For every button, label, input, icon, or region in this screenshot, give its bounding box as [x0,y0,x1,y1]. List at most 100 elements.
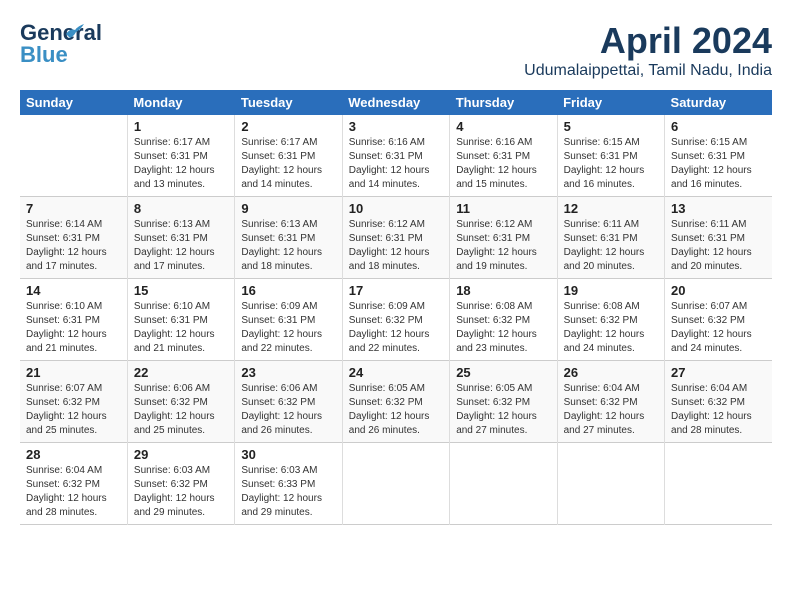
location: Udumalaippettai, Tamil Nadu, India [524,62,772,80]
day-info: Sunrise: 6:13 AM Sunset: 6:31 PM Dayligh… [241,218,335,274]
week-row-3: 14 Sunrise: 6:10 AM Sunset: 6:31 PM Dayli… [20,279,772,361]
day-info: Sunrise: 6:04 AM Sunset: 6:32 PM Dayligh… [26,464,121,520]
day-number: 17 [349,283,443,298]
calendar-cell: 11 Sunrise: 6:12 AM Sunset: 6:31 PM Dayli… [450,197,557,279]
calendar-cell: 26Sunrise: 6:04 AM Sunset: 6:32 PM Dayli… [557,361,664,443]
weekday-header-row: SundayMondayTuesdayWednesdayThursdayFrid… [20,90,772,115]
weekday-header-sunday: Sunday [20,90,127,115]
day-number: 10 [349,201,443,216]
day-number: 20 [671,283,766,298]
title-block: April 2024 Udumalaippettai, Tamil Nadu, … [524,20,772,80]
calendar-cell [342,443,449,525]
day-info: Sunrise: 6:07 AM Sunset: 6:32 PM Dayligh… [26,382,121,438]
day-info: Sunrise: 6:09 AM Sunset: 6:31 PM Dayligh… [241,300,335,356]
day-number: 5 [564,119,658,134]
day-info: Sunrise: 6:08 AM Sunset: 6:32 PM Dayligh… [564,300,658,356]
week-row-1: 1Sunrise: 6:17 AM Sunset: 6:31 PM Daylig… [20,115,772,197]
calendar-cell: 30Sunrise: 6:03 AM Sunset: 6:33 PM Dayli… [235,443,342,525]
day-info: Sunrise: 6:05 AM Sunset: 6:32 PM Dayligh… [349,382,443,438]
day-info: Sunrise: 6:05 AM Sunset: 6:32 PM Dayligh… [456,382,550,438]
day-info: Sunrise: 6:11 AM Sunset: 6:31 PM Dayligh… [671,218,766,274]
calendar-cell: 3 Sunrise: 6:16 AM Sunset: 6:31 PM Daylig… [342,115,449,197]
calendar-cell: 24 Sunrise: 6:05 AM Sunset: 6:32 PM Dayli… [342,361,449,443]
day-number: 18 [456,283,550,298]
weekday-header-thursday: Thursday [450,90,557,115]
calendar-cell: 16 Sunrise: 6:09 AM Sunset: 6:31 PM Dayli… [235,279,342,361]
calendar-cell: 5 Sunrise: 6:15 AM Sunset: 6:31 PM Daylig… [557,115,664,197]
week-row-4: 21 Sunrise: 6:07 AM Sunset: 6:32 PM Dayli… [20,361,772,443]
page-header: General Blue April 2024 Udumalaippettai,… [20,20,772,80]
day-number: 15 [134,283,228,298]
month-title: April 2024 [524,20,772,62]
day-info: Sunrise: 6:15 AM Sunset: 6:31 PM Dayligh… [564,136,658,192]
calendar-cell: 4 Sunrise: 6:16 AM Sunset: 6:31 PM Daylig… [450,115,557,197]
calendar-cell: 21 Sunrise: 6:07 AM Sunset: 6:32 PM Dayli… [20,361,127,443]
day-number: 28 [26,447,121,462]
day-info: Sunrise: 6:03 AM Sunset: 6:32 PM Dayligh… [134,464,228,520]
calendar-cell: 13Sunrise: 6:11 AM Sunset: 6:31 PM Dayli… [665,197,772,279]
calendar-cell: 2 Sunrise: 6:17 AM Sunset: 6:31 PM Daylig… [235,115,342,197]
day-info: Sunrise: 6:16 AM Sunset: 6:31 PM Dayligh… [349,136,443,192]
weekday-header-saturday: Saturday [665,90,772,115]
calendar-cell [557,443,664,525]
day-number: 3 [349,119,443,134]
calendar-cell: 17 Sunrise: 6:09 AM Sunset: 6:32 PM Dayli… [342,279,449,361]
calendar-cell: 1Sunrise: 6:17 AM Sunset: 6:31 PM Daylig… [127,115,234,197]
day-number: 16 [241,283,335,298]
calendar-cell: 22 Sunrise: 6:06 AM Sunset: 6:32 PM Dayli… [127,361,234,443]
weekday-header-tuesday: Tuesday [235,90,342,115]
week-row-2: 7Sunrise: 6:14 AM Sunset: 6:31 PM Daylig… [20,197,772,279]
calendar-cell: 18Sunrise: 6:08 AM Sunset: 6:32 PM Dayli… [450,279,557,361]
day-info: Sunrise: 6:09 AM Sunset: 6:32 PM Dayligh… [349,300,443,356]
day-info: Sunrise: 6:17 AM Sunset: 6:31 PM Dayligh… [134,136,228,192]
day-info: Sunrise: 6:17 AM Sunset: 6:31 PM Dayligh… [241,136,335,192]
day-number: 2 [241,119,335,134]
day-info: Sunrise: 6:15 AM Sunset: 6:31 PM Dayligh… [671,136,766,192]
day-number: 12 [564,201,658,216]
calendar-cell: 27 Sunrise: 6:04 AM Sunset: 6:32 PM Dayli… [665,361,772,443]
weekday-header-wednesday: Wednesday [342,90,449,115]
calendar-cell [450,443,557,525]
day-number: 22 [134,365,228,380]
logo: General Blue [20,20,70,65]
calendar-cell: 23 Sunrise: 6:06 AM Sunset: 6:32 PM Dayli… [235,361,342,443]
day-info: Sunrise: 6:10 AM Sunset: 6:31 PM Dayligh… [26,300,121,356]
day-number: 8 [134,201,228,216]
calendar-cell: 14 Sunrise: 6:10 AM Sunset: 6:31 PM Dayli… [20,279,127,361]
day-number: 24 [349,365,443,380]
calendar-cell: 25 Sunrise: 6:05 AM Sunset: 6:32 PM Dayli… [450,361,557,443]
day-info: Sunrise: 6:04 AM Sunset: 6:32 PM Dayligh… [671,382,766,438]
day-info: Sunrise: 6:12 AM Sunset: 6:31 PM Dayligh… [456,218,550,274]
day-info: Sunrise: 6:13 AM Sunset: 6:31 PM Dayligh… [134,218,228,274]
day-info: Sunrise: 6:06 AM Sunset: 6:32 PM Dayligh… [241,382,335,438]
day-number: 27 [671,365,766,380]
day-info: Sunrise: 6:07 AM Sunset: 6:32 PM Dayligh… [671,300,766,356]
calendar-cell: 12 Sunrise: 6:11 AM Sunset: 6:31 PM Dayli… [557,197,664,279]
day-info: Sunrise: 6:11 AM Sunset: 6:31 PM Dayligh… [564,218,658,274]
day-number: 21 [26,365,121,380]
logo-bird-icon [64,20,86,42]
calendar-cell [665,443,772,525]
calendar-cell: 7Sunrise: 6:14 AM Sunset: 6:31 PM Daylig… [20,197,127,279]
calendar-cell: 29 Sunrise: 6:03 AM Sunset: 6:32 PM Dayli… [127,443,234,525]
calendar-table: SundayMondayTuesdayWednesdayThursdayFrid… [20,90,772,525]
calendar-cell: 15Sunrise: 6:10 AM Sunset: 6:31 PM Dayli… [127,279,234,361]
day-number: 14 [26,283,121,298]
day-info: Sunrise: 6:06 AM Sunset: 6:32 PM Dayligh… [134,382,228,438]
day-number: 6 [671,119,766,134]
day-number: 7 [26,201,121,216]
day-number: 25 [456,365,550,380]
logo-blue: Blue [20,42,68,68]
day-number: 29 [134,447,228,462]
day-number: 11 [456,201,550,216]
calendar-cell: 20 Sunrise: 6:07 AM Sunset: 6:32 PM Dayli… [665,279,772,361]
day-number: 9 [241,201,335,216]
calendar-cell: 19 Sunrise: 6:08 AM Sunset: 6:32 PM Dayli… [557,279,664,361]
calendar-cell: 28 Sunrise: 6:04 AM Sunset: 6:32 PM Dayli… [20,443,127,525]
day-number: 19 [564,283,658,298]
day-number: 23 [241,365,335,380]
day-number: 4 [456,119,550,134]
day-info: Sunrise: 6:16 AM Sunset: 6:31 PM Dayligh… [456,136,550,192]
calendar-cell [20,115,127,197]
weekday-header-friday: Friday [557,90,664,115]
